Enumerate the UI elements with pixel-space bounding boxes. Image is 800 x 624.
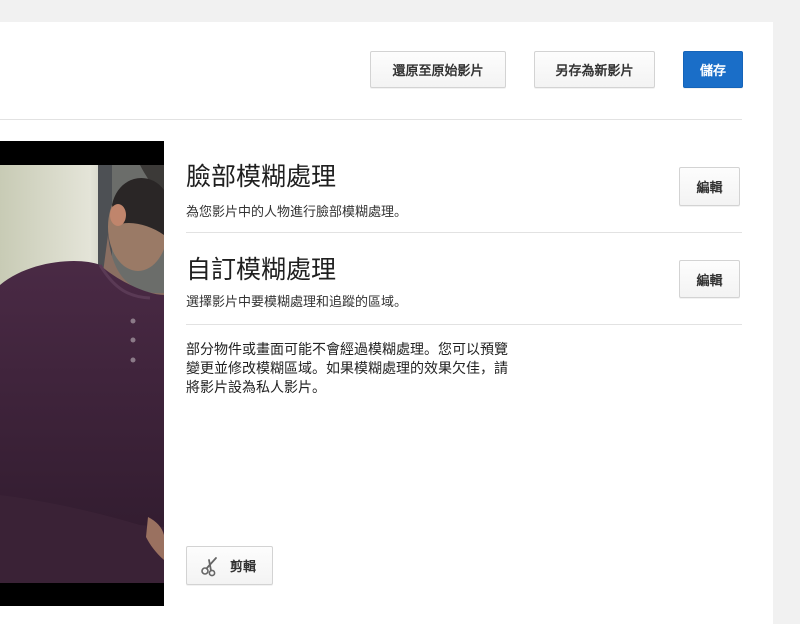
revert-to-original-button[interactable]: 還原至原始影片 (370, 51, 506, 88)
custom-blur-title: 自訂模糊處理 (186, 255, 337, 284)
video-preview[interactable] (0, 141, 164, 606)
video-frame (0, 165, 164, 583)
custom-blur-divider (186, 324, 742, 325)
save-button[interactable]: 儲存 (683, 51, 743, 88)
toolbar-divider (0, 119, 742, 120)
face-blur-divider (186, 232, 742, 233)
blur-notice-text: 部分物件或畫面可能不會經過模糊處理。您可以預覽 變更並修改模糊區域。如果模糊處理… (186, 342, 508, 396)
scissors-icon (199, 555, 221, 577)
trim-button-label: 剪輯 (230, 560, 257, 575)
custom-blur-edit-button[interactable]: 編輯 (679, 260, 740, 298)
face-blur-description: 為您影片中的人物進行臉部模糊處理。 (186, 205, 408, 220)
save-as-new-button[interactable]: 另存為新影片 (534, 51, 655, 88)
video-frame-image (0, 165, 164, 583)
custom-blur-description: 選擇影片中要模糊處理和追蹤的區域。 (186, 295, 408, 310)
trim-button[interactable]: 剪輯 (186, 546, 273, 585)
face-blur-title: 臉部模糊處理 (186, 162, 337, 191)
face-blur-edit-button[interactable]: 編輯 (679, 167, 740, 206)
